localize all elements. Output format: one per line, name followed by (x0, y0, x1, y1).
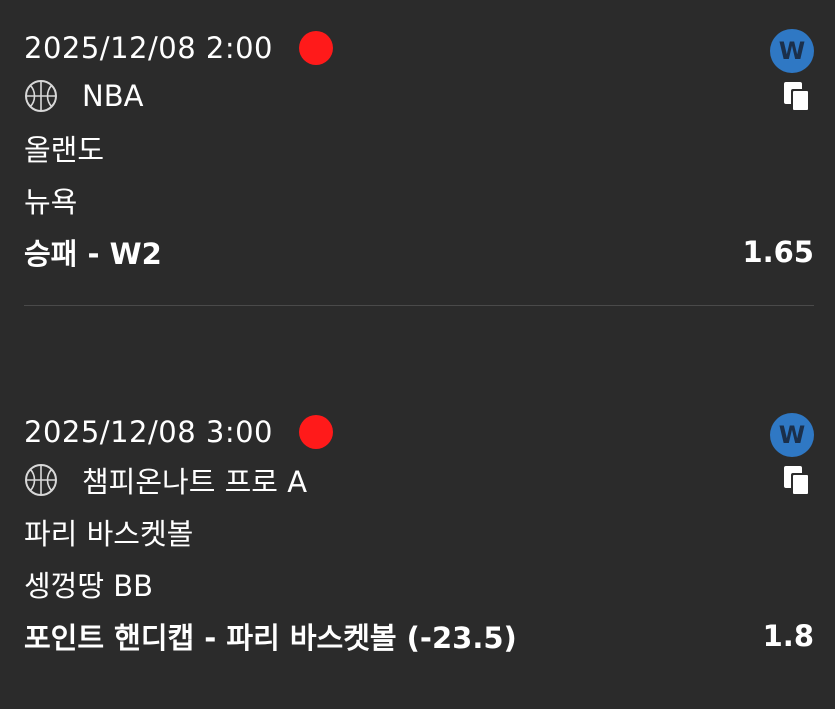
team-row-home: 파리 바스켓볼 (24, 506, 814, 558)
odds-value: 1.8 (762, 619, 814, 653)
w-badge-icon: W (770, 29, 814, 73)
team-row-home: 올랜도 (24, 122, 814, 174)
market-label: 승패 - W2 (24, 237, 162, 271)
team-home: 올랜도 (24, 133, 105, 167)
w-badge-icon: W (770, 413, 814, 457)
league-name: NBA (82, 79, 144, 113)
basketball-icon (25, 80, 57, 112)
team-row-away: 뉴욕 (24, 174, 814, 226)
live-dot-icon (299, 415, 333, 449)
market-label: 포인트 핸디캡 - 파리 바스켓볼 (-23.5) (24, 621, 517, 655)
team-home: 파리 바스켓볼 (24, 517, 194, 551)
market-row: 포인트 핸디캡 - 파리 바스켓볼 (-23.5) 1.8 (24, 610, 814, 662)
bet-header: 2025/12/08 3:00 W (24, 410, 814, 457)
league-row: 챔피온나트 프로 A (24, 454, 814, 506)
league-row: NBA (24, 70, 814, 122)
live-dot-icon (299, 31, 333, 65)
bet-card: 2025/12/08 2:00 W NBA 올랜도 뉴욕 승패 - W2 1.6… (24, 26, 814, 278)
copy-icon[interactable] (782, 464, 812, 498)
market-row: 승패 - W2 1.65 (24, 226, 814, 278)
bet-datetime: 2025/12/08 3:00 (24, 415, 273, 449)
copy-icon[interactable] (782, 80, 812, 114)
team-away: 셍껑땅 BB (24, 569, 154, 603)
league-name: 챔피온나트 프로 A (82, 465, 308, 499)
bet-datetime: 2025/12/08 2:00 (24, 31, 273, 65)
team-away: 뉴욕 (24, 185, 78, 219)
team-row-away: 셍껑땅 BB (24, 558, 814, 610)
divider (24, 305, 814, 306)
bet-header: 2025/12/08 2:00 W (24, 26, 814, 73)
basketball-icon (25, 464, 57, 496)
bet-card: 2025/12/08 3:00 W 챔피온나트 프로 A 파리 바스켓볼 셍껑땅… (24, 410, 814, 662)
odds-value: 1.65 (742, 235, 814, 269)
